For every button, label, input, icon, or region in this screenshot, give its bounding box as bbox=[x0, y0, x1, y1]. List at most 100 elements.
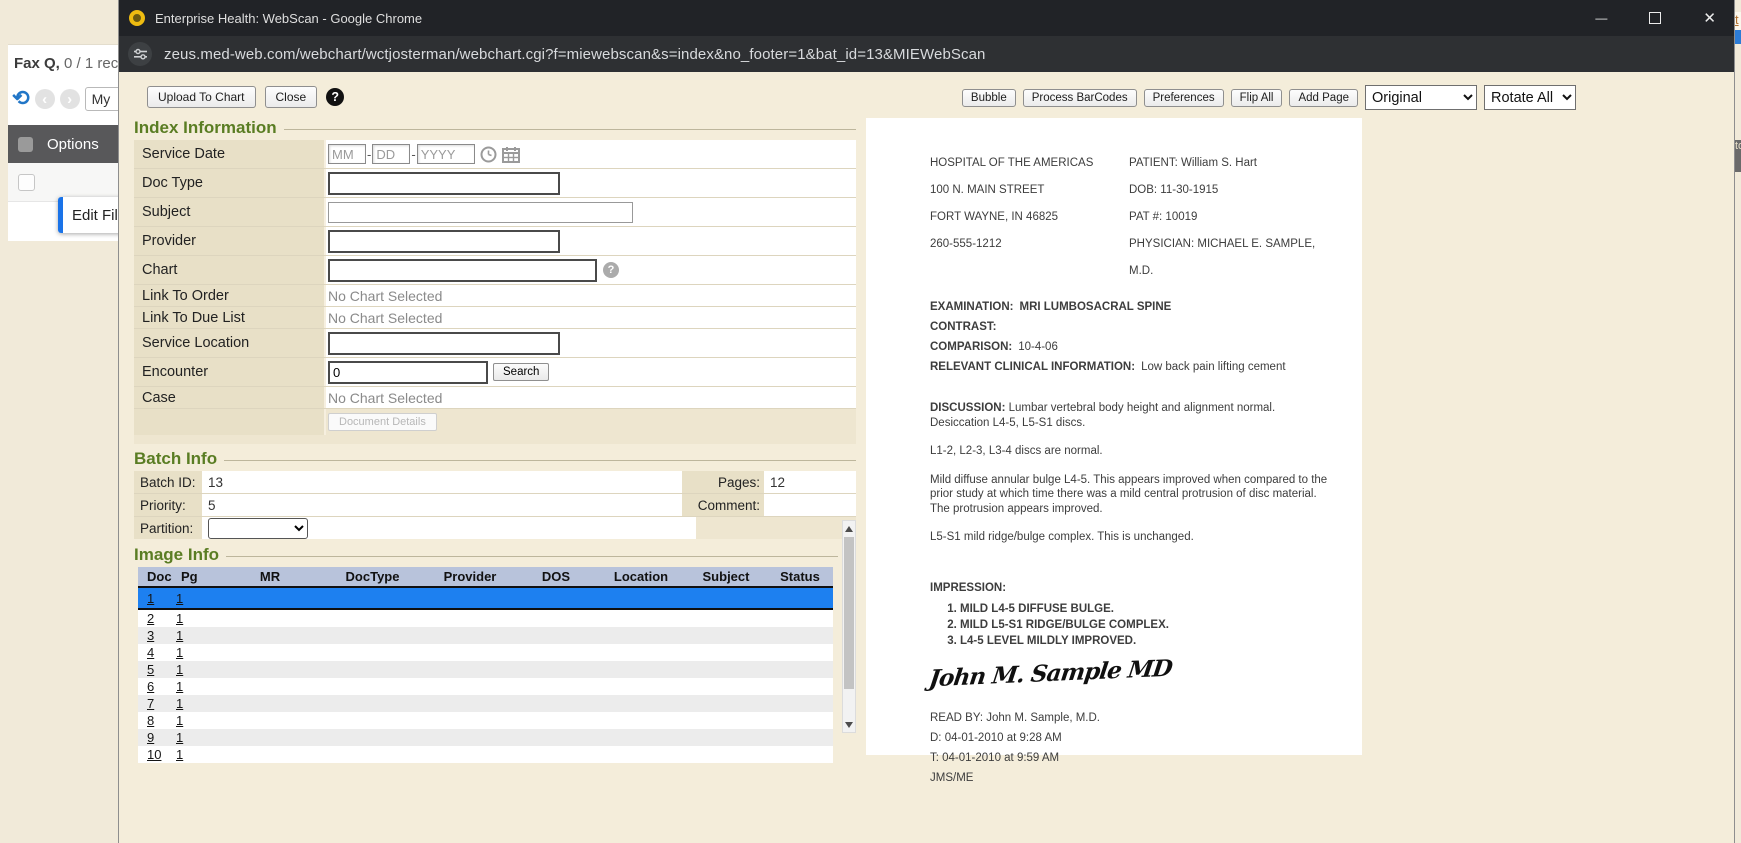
page-link[interactable]: 1 bbox=[176, 696, 183, 711]
image-info-table-body: 112131415161718191101 bbox=[138, 587, 833, 763]
empty-cell bbox=[767, 678, 833, 695]
empty-cell bbox=[767, 712, 833, 729]
window-controls: — ✕ bbox=[1595, 0, 1716, 36]
doc-link[interactable]: 9 bbox=[147, 730, 154, 745]
doc-link[interactable]: 5 bbox=[147, 662, 154, 677]
flip-all-button[interactable]: Flip All bbox=[1231, 89, 1283, 107]
image-info-row[interactable]: 21 bbox=[138, 609, 833, 627]
col-doctype: DocType bbox=[320, 567, 425, 587]
page-link[interactable]: 1 bbox=[176, 747, 183, 762]
page-link[interactable]: 1 bbox=[176, 662, 183, 677]
service-date-dd-input[interactable] bbox=[372, 144, 410, 164]
add-page-button[interactable]: Add Page bbox=[1289, 89, 1358, 107]
signature-text: John M. Sample MD bbox=[927, 655, 1173, 692]
chart-help-icon[interactable]: ? bbox=[603, 262, 619, 278]
scrollbar-thumb[interactable] bbox=[844, 537, 854, 689]
close-window-button[interactable]: ✕ bbox=[1703, 11, 1716, 26]
image-info-row[interactable]: 61 bbox=[138, 678, 833, 695]
empty-cell bbox=[220, 609, 320, 627]
image-info-row[interactable]: 31 bbox=[138, 627, 833, 644]
next-page-icon[interactable]: › bbox=[60, 89, 80, 109]
empty-cell bbox=[597, 644, 685, 661]
refresh-icon[interactable]: ⟲ bbox=[12, 89, 30, 109]
doc-link[interactable]: 10 bbox=[147, 747, 161, 762]
doc-type-row: Doc Type bbox=[134, 169, 856, 198]
image-info-row[interactable]: 51 bbox=[138, 661, 833, 678]
doc-link[interactable]: 6 bbox=[147, 679, 154, 694]
doc-link[interactable]: 7 bbox=[147, 696, 154, 711]
partition-row: Partition: bbox=[134, 517, 856, 539]
empty-cell bbox=[597, 587, 685, 609]
minimize-button[interactable]: — bbox=[1595, 12, 1607, 24]
page-link[interactable]: 1 bbox=[176, 591, 183, 606]
subject-row: Subject bbox=[134, 198, 856, 227]
page-link[interactable]: 1 bbox=[176, 645, 183, 660]
empty-cell bbox=[515, 678, 597, 695]
help-icon[interactable]: ? bbox=[326, 88, 344, 106]
page-link[interactable]: 1 bbox=[176, 730, 183, 745]
service-date-mm-input[interactable] bbox=[328, 144, 366, 164]
batch-info-table: Batch ID: 13 Pages: 12 Priority: 5 Comme… bbox=[134, 471, 856, 539]
page-link[interactable]: 1 bbox=[176, 713, 183, 728]
document-header: HOSPITAL OF THE AMERICAS 100 N. MAIN STR… bbox=[930, 150, 1334, 285]
image-info-row[interactable]: 10 1 bbox=[138, 746, 833, 763]
prev-page-icon[interactable]: ‹ bbox=[35, 89, 55, 109]
page-link[interactable]: 1 bbox=[176, 611, 183, 626]
doc-link[interactable]: 4 bbox=[147, 645, 154, 660]
image-info-row[interactable]: 11 bbox=[138, 587, 833, 609]
clock-icon[interactable] bbox=[480, 146, 497, 163]
calendar-icon[interactable] bbox=[502, 146, 520, 163]
impression-item: L4-5 LEVEL MILDLY IMPROVED. bbox=[960, 635, 1334, 648]
document-preview[interactable]: HOSPITAL OF THE AMERICAS 100 N. MAIN STR… bbox=[866, 118, 1362, 755]
maximize-button[interactable] bbox=[1649, 12, 1661, 24]
image-info-row[interactable]: 91 bbox=[138, 729, 833, 746]
doc-link[interactable]: 8 bbox=[147, 713, 154, 728]
image-info-row[interactable]: 41 bbox=[138, 644, 833, 661]
preferences-button[interactable]: Preferences bbox=[1144, 89, 1224, 107]
doc-link[interactable]: 1 bbox=[147, 591, 154, 606]
select-all-checkbox[interactable] bbox=[18, 137, 33, 152]
scroll-up-icon[interactable] bbox=[843, 521, 855, 536]
process-barcodes-button[interactable]: Process BarCodes bbox=[1023, 89, 1137, 107]
webscan-page: Upload To Chart Close ? Bubble Process B… bbox=[119, 72, 1734, 843]
empty-cell bbox=[425, 712, 515, 729]
provider-input[interactable] bbox=[328, 230, 560, 253]
empty-cell bbox=[220, 678, 320, 695]
close-button[interactable]: Close bbox=[265, 86, 318, 108]
partial-link-text: t bbox=[1735, 12, 1741, 30]
doc-link[interactable]: 2 bbox=[147, 611, 154, 626]
page-link[interactable]: 1 bbox=[176, 628, 183, 643]
empty-cell bbox=[515, 627, 597, 644]
subject-input[interactable] bbox=[328, 202, 633, 223]
rotate-all-select[interactable]: Rotate All bbox=[1484, 85, 1576, 110]
empty-cell bbox=[425, 587, 515, 609]
service-location-input[interactable] bbox=[328, 332, 560, 355]
row-checkbox[interactable] bbox=[18, 174, 35, 191]
encounter-input[interactable] bbox=[328, 361, 488, 384]
empty-cell bbox=[685, 729, 767, 746]
doc-type-input[interactable] bbox=[328, 172, 560, 195]
upload-to-chart-button[interactable]: Upload To Chart bbox=[147, 86, 256, 108]
image-info-row[interactable]: 81 bbox=[138, 712, 833, 729]
site-settings-icon[interactable] bbox=[128, 42, 152, 66]
bubble-button[interactable]: Bubble bbox=[962, 89, 1016, 107]
url-text[interactable]: zeus.med-web.com/webchart/wctjosterman/w… bbox=[164, 46, 986, 63]
scroll-down-icon[interactable] bbox=[843, 717, 855, 732]
document-details-button: Document Details bbox=[328, 413, 437, 431]
empty-cell bbox=[220, 729, 320, 746]
patient-name: PATIENT: William S. Hart bbox=[1129, 150, 1334, 177]
empty-cell bbox=[597, 712, 685, 729]
doc-link[interactable]: 3 bbox=[147, 628, 154, 643]
service-date-yyyy-input[interactable] bbox=[417, 144, 475, 164]
image-list-scrollbar[interactable] bbox=[842, 520, 856, 733]
zoom-select[interactable]: Original bbox=[1365, 85, 1477, 110]
empty-cell bbox=[767, 587, 833, 609]
image-info-row[interactable]: 71 bbox=[138, 695, 833, 712]
page-link[interactable]: 1 bbox=[176, 679, 183, 694]
encounter-search-button[interactable]: Search bbox=[493, 363, 549, 381]
partition-select[interactable] bbox=[208, 518, 308, 539]
empty-cell bbox=[220, 587, 320, 609]
chrome-window: Enterprise Health: WebScan - Google Chro… bbox=[118, 0, 1735, 843]
partial-blue-strip bbox=[1735, 30, 1741, 44]
chart-input[interactable] bbox=[328, 259, 597, 282]
